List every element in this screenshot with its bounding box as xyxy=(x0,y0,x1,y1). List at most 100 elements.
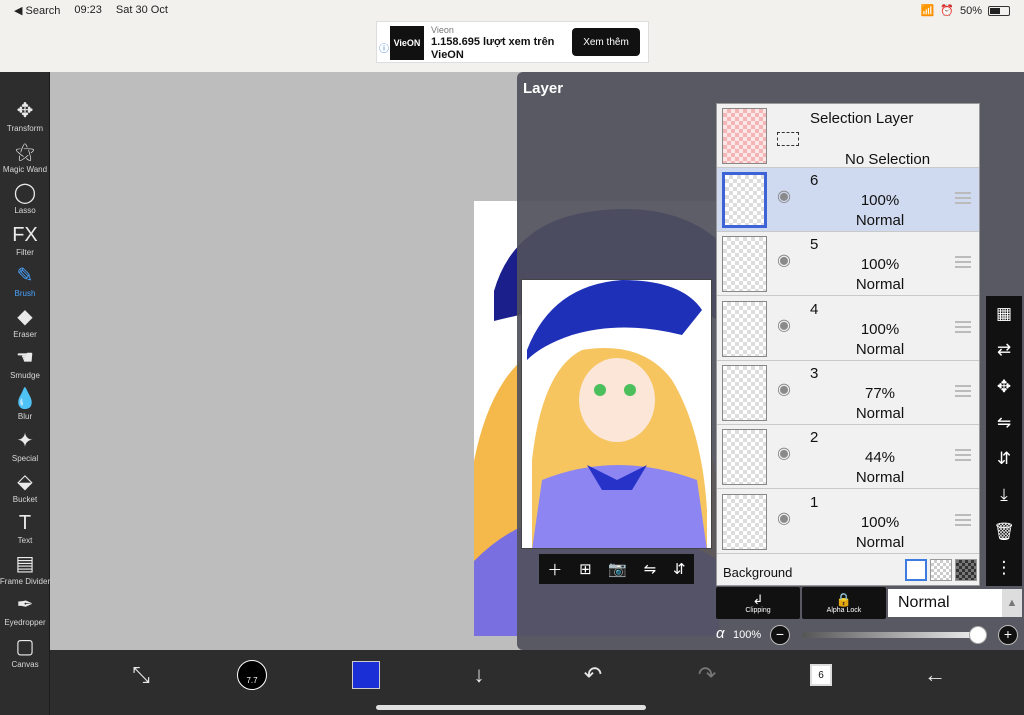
layer-thumbnail xyxy=(722,493,767,550)
layer-thumbnail xyxy=(722,172,767,228)
clipping-icon: ↲ xyxy=(752,591,764,607)
layer-row[interactable]: ◉ 1 100% Normal xyxy=(717,489,979,554)
undo-icon[interactable]: ↶ xyxy=(578,660,608,690)
background-row[interactable]: Background xyxy=(717,554,979,585)
color-button[interactable] xyxy=(350,660,382,690)
tool-filter[interactable]: FX Filter xyxy=(0,222,50,262)
move-icon[interactable]: ✥ xyxy=(997,377,1011,397)
layers-button[interactable]: 6 xyxy=(806,660,836,690)
layer-blend-mode: Normal xyxy=(855,340,905,358)
layer-opacity: 100% xyxy=(860,513,900,531)
tool-eyedropper[interactable]: ✒ Eyedropper xyxy=(0,592,50,632)
layer-row[interactable]: ◉ 2 44% Normal xyxy=(717,425,979,490)
smudge-icon: ☚ xyxy=(16,347,34,370)
more-icon[interactable]: ⋮ xyxy=(996,558,1013,578)
flip-horizontal-layer-icon[interactable]: ⇋ xyxy=(997,413,1011,433)
preview-illustration xyxy=(522,280,711,548)
transform-icon: ✥ xyxy=(16,100,34,122)
flip-horizontal-icon[interactable]: ⇋ xyxy=(644,560,657,578)
tool-canvas[interactable]: ▢ Canvas xyxy=(0,634,50,674)
alarm-icon: ⏰ xyxy=(940,5,954,17)
layer-number: 1 xyxy=(810,493,819,511)
tool-text[interactable]: T Text xyxy=(0,510,50,550)
add-layer-icon[interactable]: ＋ xyxy=(547,559,562,580)
selection-layer-row[interactable]: Selection Layer No Selection xyxy=(717,104,979,168)
drag-handle-icon[interactable] xyxy=(955,256,971,269)
battery-percent: 50% xyxy=(959,4,982,17)
eye-icon[interactable]: ◉ xyxy=(777,317,799,333)
layer-row[interactable]: ◉ 5 100% Normal xyxy=(717,232,979,297)
merge-down-icon[interactable]: ⤓ xyxy=(1000,485,1008,505)
blend-mode-arrow-icon[interactable]: ▲ xyxy=(1002,589,1022,617)
home-indicator[interactable] xyxy=(376,705,646,710)
ad-cta-button[interactable]: Xem thêm xyxy=(572,28,640,56)
opacity-decrease-button[interactable]: − xyxy=(770,625,790,645)
eye-icon[interactable]: ◉ xyxy=(777,253,799,269)
layer-row[interactable]: ◉ 6 100% Normal xyxy=(717,168,979,232)
download-icon[interactable]: ↓ xyxy=(464,660,494,690)
checker-icon[interactable]: ▦ xyxy=(996,304,1012,324)
background-transparent-swatch[interactable] xyxy=(930,559,952,581)
alpha-lock-button[interactable]: 🔒 Alpha Lock xyxy=(802,587,886,619)
selection-layer-title: Selection Layer xyxy=(810,110,914,127)
drag-handle-icon[interactable] xyxy=(955,320,971,333)
convert-icon[interactable]: ⇄ xyxy=(997,340,1011,360)
flip-vertical-layer-icon[interactable]: ⇵ xyxy=(997,449,1011,469)
layer-row[interactable]: ◉ 4 100% Normal xyxy=(717,296,979,361)
layer-list: Selection Layer No Selection ◉ 6 100% Norma… xyxy=(716,103,980,586)
tool-special[interactable]: ✦ Special xyxy=(0,428,50,468)
eye-icon[interactable]: ◉ xyxy=(777,381,799,397)
status-time: 09:23 xyxy=(74,4,102,16)
drag-handle-icon[interactable] xyxy=(955,513,971,526)
ad-info-icon[interactable]: ⓘ xyxy=(379,40,389,55)
opacity-row: α 100% − + xyxy=(716,625,1022,647)
clipping-button[interactable]: ↲ Clipping xyxy=(716,587,800,619)
layer-number: 6 xyxy=(810,172,819,189)
add-copy-layer-icon[interactable]: ⊞ xyxy=(579,560,592,578)
trash-icon[interactable]: 🗑 xyxy=(993,522,1015,542)
camera-icon[interactable]: 📷 xyxy=(608,560,627,578)
back-to-search-link[interactable]: ◀ Search xyxy=(14,4,60,17)
tool-label: Smudge xyxy=(10,371,40,381)
tool-label: Blur xyxy=(17,412,33,422)
eye-icon[interactable]: ◉ xyxy=(777,510,799,526)
tool-label: Transform xyxy=(6,124,44,133)
frame-divider-icon: ▤ xyxy=(15,553,35,576)
tool-frame-divider[interactable]: ▤ Frame Divider xyxy=(0,551,50,591)
opacity-slider[interactable] xyxy=(802,626,987,644)
opacity-slider-knob[interactable] xyxy=(969,626,987,644)
special-icon: ✦ xyxy=(16,429,34,452)
opacity-increase-button[interactable]: + xyxy=(998,625,1018,645)
blend-mode-select[interactable]: Normal xyxy=(888,589,1002,617)
tool-lasso[interactable]: ◯ Lasso xyxy=(0,180,50,220)
ad-banner[interactable]: ⓘ VieON Vieon 1.158.695 lượt xem trên Vi… xyxy=(376,21,649,63)
tool-label: Magic Wand xyxy=(2,165,48,175)
transform-toggle-icon[interactable]: ⤡ xyxy=(126,660,156,690)
tool-transform[interactable]: ✥ Transform xyxy=(0,98,50,138)
background-dark-swatch[interactable] xyxy=(955,559,977,581)
alpha-symbol: α xyxy=(716,625,725,642)
eye-icon[interactable]: ◉ xyxy=(777,446,799,462)
tool-bucket[interactable]: ⬙ Bucket xyxy=(0,469,50,509)
background-white-swatch[interactable] xyxy=(905,559,927,581)
tool-smudge[interactable]: ☚ Smudge xyxy=(0,345,50,385)
tool-blur[interactable]: 💧 Blur xyxy=(0,386,50,426)
layer-opacity: 77% xyxy=(864,384,896,402)
tool-label: Special xyxy=(11,453,39,463)
tool-magic-wand[interactable]: ⚝ Magic Wand xyxy=(0,139,50,179)
clipping-label: Clipping xyxy=(745,606,771,614)
back-arrow-icon[interactable]: ← xyxy=(920,660,950,690)
layer-row[interactable]: ◉ 3 77% Normal xyxy=(717,360,979,425)
flip-vertical-icon[interactable]: ⇵ xyxy=(673,560,686,578)
magic-wand-icon: ⚝ xyxy=(15,141,35,164)
tool-eraser[interactable]: ◆ Eraser xyxy=(0,304,50,344)
brush-size-button[interactable]: 7.7 xyxy=(236,660,268,690)
current-color-swatch xyxy=(352,661,380,689)
drag-handle-icon[interactable] xyxy=(955,384,971,397)
tool-brush[interactable]: ✎ Brush xyxy=(0,263,50,303)
redo-icon[interactable]: ↷ xyxy=(692,660,722,690)
drag-handle-icon[interactable] xyxy=(955,449,971,462)
eye-icon[interactable]: ◉ xyxy=(777,189,799,205)
drag-handle-icon[interactable] xyxy=(955,192,971,204)
lasso-icon: ◯ xyxy=(13,182,37,205)
